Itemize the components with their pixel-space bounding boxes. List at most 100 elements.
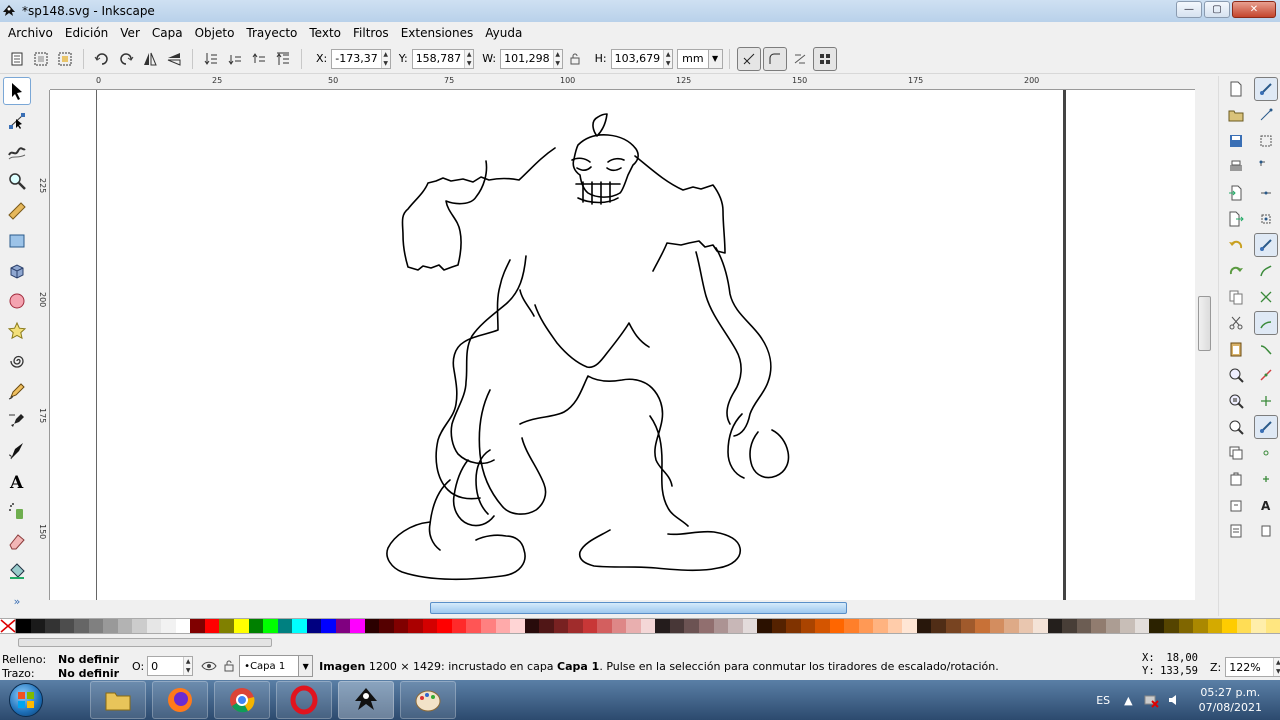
language-indicator[interactable]: ES (1096, 694, 1110, 707)
horizontal-scrollbar[interactable] (50, 600, 1210, 616)
color-swatch[interactable] (248, 619, 264, 633)
color-swatch[interactable] (713, 619, 729, 633)
select-all-layers-icon[interactable] (30, 48, 52, 70)
snap-midpoint-icon[interactable] (1254, 363, 1278, 387)
pencil-tool-icon[interactable] (3, 377, 31, 405)
color-swatch[interactable] (931, 619, 946, 633)
color-swatch[interactable] (321, 619, 336, 633)
stroke-value[interactable]: No definir (58, 667, 128, 680)
x-value[interactable]: -173,37 (332, 52, 380, 65)
paint-bucket-tool-icon[interactable] (3, 557, 31, 585)
snap-object-center-icon[interactable] (1254, 389, 1278, 413)
duplicate-icon[interactable] (1223, 440, 1249, 466)
color-swatch[interactable] (916, 619, 932, 633)
redo-icon[interactable] (1223, 258, 1249, 284)
network-icon[interactable] (1143, 692, 1159, 708)
menu-archivo[interactable]: Archivo (2, 26, 59, 40)
color-swatch[interactable] (74, 619, 89, 633)
open-icon[interactable] (1223, 102, 1249, 128)
color-swatch[interactable] (786, 619, 801, 633)
color-swatch[interactable] (161, 619, 176, 633)
snap-paths-icon[interactable] (1254, 259, 1278, 283)
taskbar-firefox[interactable] (152, 681, 208, 719)
snap-nodes-icon[interactable] (1254, 233, 1278, 257)
color-swatch[interactable] (451, 619, 467, 633)
color-swatch[interactable] (510, 619, 525, 633)
color-swatch[interactable] (1236, 619, 1252, 633)
save-icon[interactable] (1223, 128, 1249, 154)
pen-tool-icon[interactable] (3, 407, 31, 435)
color-swatch[interactable] (1163, 619, 1179, 633)
color-swatch[interactable] (1149, 619, 1164, 633)
layer-visibility-icon[interactable] (200, 655, 218, 677)
color-swatch[interactable] (539, 619, 554, 633)
snap-bbox-edge-icon[interactable] (1254, 129, 1278, 153)
color-swatch[interactable] (219, 619, 234, 633)
color-swatch[interactable] (597, 619, 612, 633)
deselect-icon[interactable] (54, 48, 76, 70)
color-swatch[interactable] (1251, 619, 1266, 633)
measure-tool-icon[interactable] (3, 197, 31, 225)
color-swatch[interactable] (771, 619, 787, 633)
color-swatch[interactable] (117, 619, 133, 633)
h-value[interactable]: 103,679 (612, 52, 664, 65)
color-swatch[interactable] (873, 619, 888, 633)
color-swatch[interactable] (306, 619, 322, 633)
snap-toggle-icon[interactable] (1254, 77, 1278, 101)
color-swatch[interactable] (495, 619, 511, 633)
color-swatch[interactable] (292, 619, 307, 633)
color-swatch[interactable] (466, 619, 481, 633)
color-swatch[interactable] (1207, 619, 1223, 633)
color-swatch[interactable] (103, 619, 118, 633)
x-field[interactable]: -173,37 ▲ ▼ (331, 48, 391, 69)
rectangle-tool-icon[interactable] (3, 227, 31, 255)
node-tool-icon[interactable] (3, 107, 31, 135)
color-swatch[interactable] (408, 619, 423, 633)
select-all-icon[interactable] (6, 48, 28, 70)
color-swatch[interactable] (640, 619, 656, 633)
color-swatch[interactable] (960, 619, 976, 633)
text-tool-icon[interactable]: A (3, 467, 31, 495)
color-swatch[interactable] (684, 619, 699, 633)
color-swatch[interactable] (204, 619, 220, 633)
taskbar-paint[interactable] (400, 681, 456, 719)
color-swatch[interactable] (1265, 619, 1280, 633)
color-swatch[interactable] (45, 619, 60, 633)
menu-texto[interactable]: Texto (303, 26, 347, 40)
flip-horizontal-icon[interactable] (139, 48, 161, 70)
scale-stroke-toggle[interactable] (736, 46, 761, 71)
spray-tool-icon[interactable] (3, 497, 31, 525)
color-swatch[interactable] (611, 619, 627, 633)
color-swatch[interactable] (553, 619, 569, 633)
color-swatch[interactable] (524, 619, 540, 633)
color-swatch[interactable] (190, 619, 205, 633)
snap-bbox-icon[interactable] (1254, 103, 1278, 127)
color-swatch[interactable] (757, 619, 772, 633)
layer-select[interactable]: •Capa 1 ▼ (239, 655, 314, 677)
raise-icon[interactable] (248, 48, 270, 70)
y-field[interactable]: 158,787 ▲ ▼ (411, 48, 475, 69)
new-document-icon[interactable] (1223, 76, 1249, 102)
h-field[interactable]: 103,679 ▲ ▼ (610, 48, 674, 69)
color-swatch[interactable] (263, 619, 278, 633)
snap-smooth-icon[interactable] (1254, 337, 1278, 361)
y-value[interactable]: 158,787 (413, 52, 465, 65)
color-swatch[interactable] (481, 619, 496, 633)
clock[interactable]: 05:27 p.m. 07/08/2021 (1199, 685, 1262, 715)
color-swatch[interactable] (379, 619, 394, 633)
snap-text-baseline-icon[interactable] (1254, 467, 1278, 491)
clone-icon[interactable] (1223, 466, 1249, 492)
menu-objeto[interactable]: Objeto (189, 26, 241, 40)
spiral-tool-icon[interactable] (3, 347, 31, 375)
toolbox-more-icon[interactable]: » (3, 587, 31, 615)
palette-scrollbar[interactable] (0, 636, 1280, 650)
chevron-down-icon[interactable]: ▼ (707, 49, 722, 68)
flip-vertical-icon[interactable] (163, 48, 185, 70)
color-swatch[interactable] (582, 619, 598, 633)
zoom-selection-icon[interactable] (1223, 362, 1249, 388)
layer-lock-icon[interactable] (220, 655, 238, 677)
color-swatch[interactable] (59, 619, 75, 633)
calligraphy-tool-icon[interactable] (3, 437, 31, 465)
color-swatch[interactable] (1062, 619, 1077, 633)
snap-intersection-icon[interactable] (1254, 285, 1278, 309)
